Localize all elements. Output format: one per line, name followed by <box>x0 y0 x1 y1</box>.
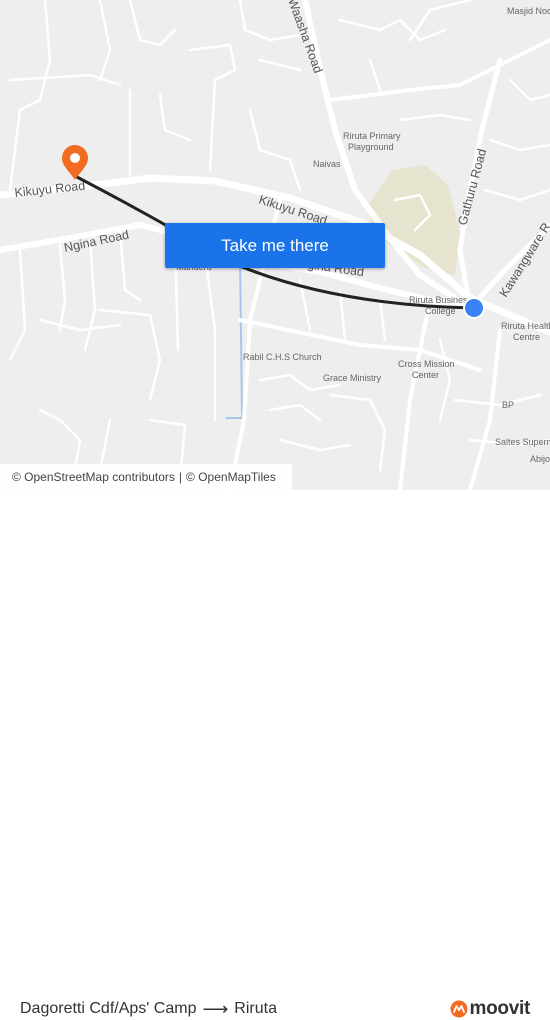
map-attribution: © OpenStreetMap contributors | © OpenMap… <box>0 464 292 490</box>
origin-pin-icon[interactable] <box>62 145 88 180</box>
poi-masjid: Masjid Noo <box>507 6 550 16</box>
poi-riruta-primary-line2: Playground <box>348 142 394 152</box>
osm-contributors-link[interactable]: © OpenStreetMap contributors <box>12 470 175 484</box>
road-label-gathuru: Gathuru Road <box>455 147 489 227</box>
route-footer: Dagoretti Cdf/Aps' Camp ⟶ Riruta moovit <box>0 490 550 1019</box>
right-arrow-icon: ⟶ <box>202 999 229 1019</box>
poi-naivas: Naivas <box>313 159 341 169</box>
poi-riruta-health-line2: Centre <box>513 332 540 342</box>
attribution-separator: | <box>178 470 183 484</box>
stream <box>226 254 244 419</box>
road-label-kikuyu-west: Kikuyu Road <box>14 179 86 200</box>
take-me-there-button[interactable]: Take me there <box>165 223 385 268</box>
origin-name: Dagoretti Cdf/Aps' Camp <box>20 1000 197 1017</box>
map-view[interactable]: Kikuyu Road Kikuyu Road Ngina Road Ngina… <box>0 0 550 490</box>
road-label-kawangware: Kawangware R <box>497 220 550 299</box>
route-summary: Dagoretti Cdf/Aps' Camp ⟶ Riruta <box>20 1000 277 1018</box>
moovit-brand[interactable]: moovit <box>450 998 530 1020</box>
poi-grace-ministry: Grace Ministry <box>323 373 382 383</box>
poi-riruta-health-line1: Riruta Health <box>501 321 550 331</box>
poi-cross-mission-line1: Cross Mission <box>398 359 455 369</box>
poi-riruta-primary-line1: Riruta Primary <box>343 131 401 141</box>
poi-rabil-church: Rabil C.H.S Church <box>243 352 322 362</box>
poi-bp: BP <box>502 400 514 410</box>
moovit-wordmark: moovit <box>469 998 531 1019</box>
openmaptiles-link[interactable]: © OpenMapTiles <box>186 470 276 484</box>
poi-abijo: Abijo <box>530 454 550 464</box>
poi-riruta-business-line1: Riruta Business <box>409 295 473 305</box>
destination-name: Riruta <box>234 1000 277 1017</box>
poi-cross-mission-line2: Center <box>412 370 439 380</box>
poi-saltes: Saltes Superm <box>495 437 550 447</box>
moovit-logo-icon <box>450 1000 468 1018</box>
destination-marker-icon[interactable] <box>463 297 485 319</box>
